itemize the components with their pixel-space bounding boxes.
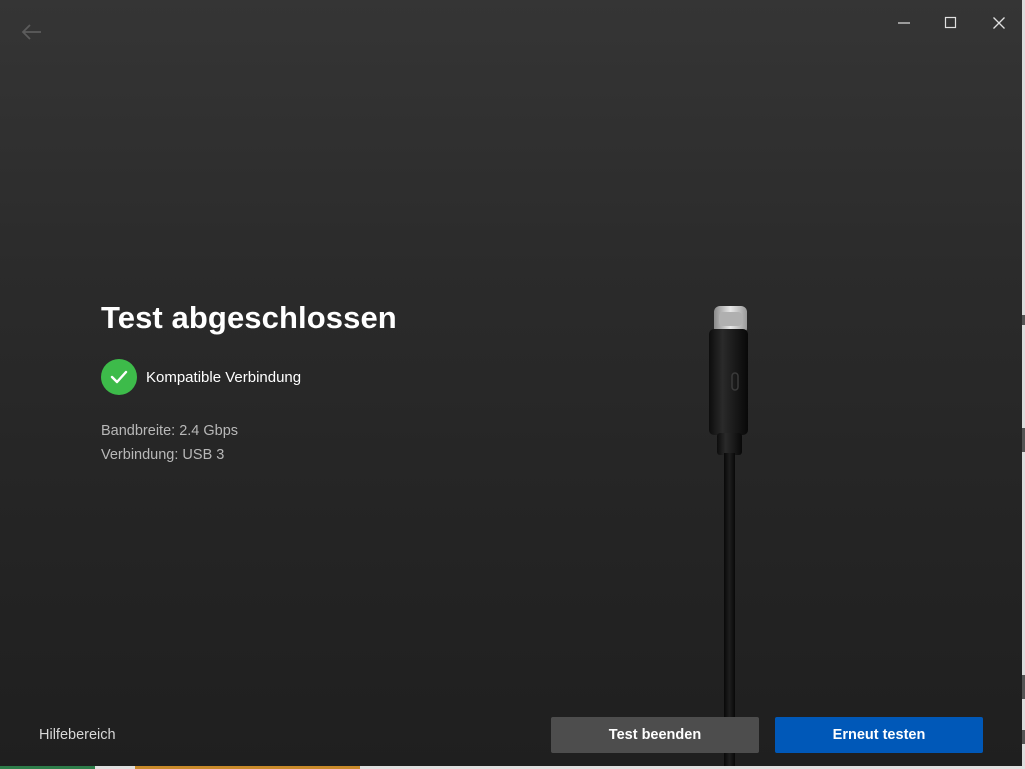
- status-row: Kompatible Verbindung: [101, 359, 301, 395]
- maximize-icon: [944, 16, 957, 29]
- back-button[interactable]: [18, 20, 44, 44]
- maximize-button[interactable]: [938, 10, 964, 36]
- usb-c-cable-illustration: [709, 306, 748, 766]
- close-icon: [993, 17, 1005, 29]
- status-text: Kompatible Verbindung: [146, 368, 302, 386]
- check-circle-icon: [101, 359, 137, 395]
- retest-button[interactable]: Erneut testen: [775, 717, 983, 753]
- close-button[interactable]: [986, 10, 1012, 36]
- help-center-link[interactable]: Hilfebereich: [39, 727, 116, 743]
- app-window: Test abgeschlossen Kompatible Verbindung…: [0, 0, 1022, 766]
- minimize-icon: [898, 22, 910, 24]
- page-title: Test abgeschlossen: [101, 300, 397, 335]
- connection-info: Verbindung: USB 3: [101, 447, 225, 463]
- minimize-button[interactable]: [891, 10, 917, 36]
- bandwidth-info: Bandbreite: 2.4 Gbps: [101, 423, 239, 439]
- arrow-left-icon: [21, 24, 41, 40]
- end-test-button[interactable]: Test beenden: [551, 717, 759, 753]
